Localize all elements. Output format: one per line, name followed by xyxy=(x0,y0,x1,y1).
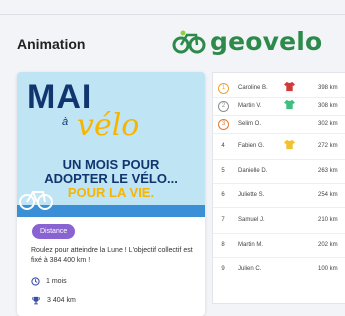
top-bar xyxy=(0,0,345,15)
participant-distance: 398 km xyxy=(318,85,338,91)
card-description: Roulez pour atteindre la Lune ! L'object… xyxy=(31,247,193,264)
participant-distance: 210 km xyxy=(318,217,338,223)
duration-row: 1 mois xyxy=(31,277,67,286)
animation-card[interactable]: MAI à vélo UN MOIS POUR ADOPTER LE VÉLO.… xyxy=(17,72,205,316)
green-jersey-icon xyxy=(284,99,295,110)
leaderboard-row: 9 Julien C. 100 km xyxy=(213,257,345,281)
leaderboard-row: 6 Juliette S. 254 km xyxy=(213,183,345,208)
participant-distance: 308 km xyxy=(318,103,338,109)
duration-value: 1 mois xyxy=(46,278,67,285)
participant-distance: 272 km xyxy=(318,143,338,149)
red-jersey-icon xyxy=(284,81,295,92)
total-distance-row: 3 404 km xyxy=(31,296,76,305)
participant-rank: 6 xyxy=(221,192,225,198)
brand-name: geovelo xyxy=(210,27,323,56)
participant-name: Julien C. xyxy=(238,266,262,272)
trophy-icon xyxy=(32,296,40,305)
participant-distance: 263 km xyxy=(318,168,338,174)
participant-rank: 8 xyxy=(221,242,225,248)
leaderboard-row: 7 Samuel J. 210 km xyxy=(213,207,345,234)
page-title: Animation xyxy=(17,36,86,52)
leaderboard-row: 5 Danielle D. 263 km xyxy=(213,159,345,184)
leaderboard-row: 2 Martin V. 308 km xyxy=(213,97,345,116)
participant-name: Juliette S. xyxy=(238,192,265,198)
participant-rank: 5 xyxy=(221,168,225,174)
participant-name: Martin M. xyxy=(238,242,264,248)
participant-name: Martin V. xyxy=(238,103,262,109)
participant-name: Caroline B. xyxy=(238,85,268,91)
participant-name: Samuel J. xyxy=(238,217,265,223)
silver-medal-icon: 2 xyxy=(218,101,229,112)
clock-icon xyxy=(31,277,40,286)
participant-rank: 4 xyxy=(221,143,225,149)
yellow-jersey-icon xyxy=(284,139,295,150)
participant-rank: 7 xyxy=(221,217,225,223)
leaderboard-row: 1 Caroline B. 398 km xyxy=(213,79,345,98)
leaderboard: 1 Caroline B. 398 km 2 Martin V. 308 km … xyxy=(212,72,345,304)
poster-line-a: à xyxy=(62,116,69,128)
geovelo-logo: geovelo xyxy=(172,27,322,56)
participant-distance: 202 km xyxy=(318,242,338,248)
poster-tagline-1: UN MOIS POUR xyxy=(62,157,160,172)
bike-logo-icon xyxy=(172,30,206,53)
participant-distance: 302 km xyxy=(318,121,338,127)
total-distance-value: 3 404 km xyxy=(47,297,76,304)
bronze-medal-icon: 3 xyxy=(218,119,229,130)
leaderboard-row: 8 Martin M. 202 km xyxy=(213,233,345,258)
participant-distance: 100 km xyxy=(318,266,338,272)
leaderboard-row: 4 Fabien G. 272 km xyxy=(213,133,345,160)
gold-medal-icon: 1 xyxy=(218,83,229,94)
participant-name: Danielle D. xyxy=(238,168,268,174)
poster-line-velo: vélo xyxy=(77,108,140,143)
leaderboard-row: 3 Selim O. 302 km xyxy=(213,115,345,134)
category-badge: Distance xyxy=(32,224,76,239)
participant-rank: 9 xyxy=(221,266,225,272)
campaign-poster: MAI à vélo UN MOIS POUR ADOPTER LE VÉLO.… xyxy=(17,72,205,217)
participant-distance: 254 km xyxy=(318,192,338,198)
participant-name: Selim O. xyxy=(238,121,262,127)
header: Animation geovelo xyxy=(0,15,345,71)
participant-name: Fabien G. xyxy=(238,143,265,149)
bicycle-illustration-icon xyxy=(19,191,53,210)
